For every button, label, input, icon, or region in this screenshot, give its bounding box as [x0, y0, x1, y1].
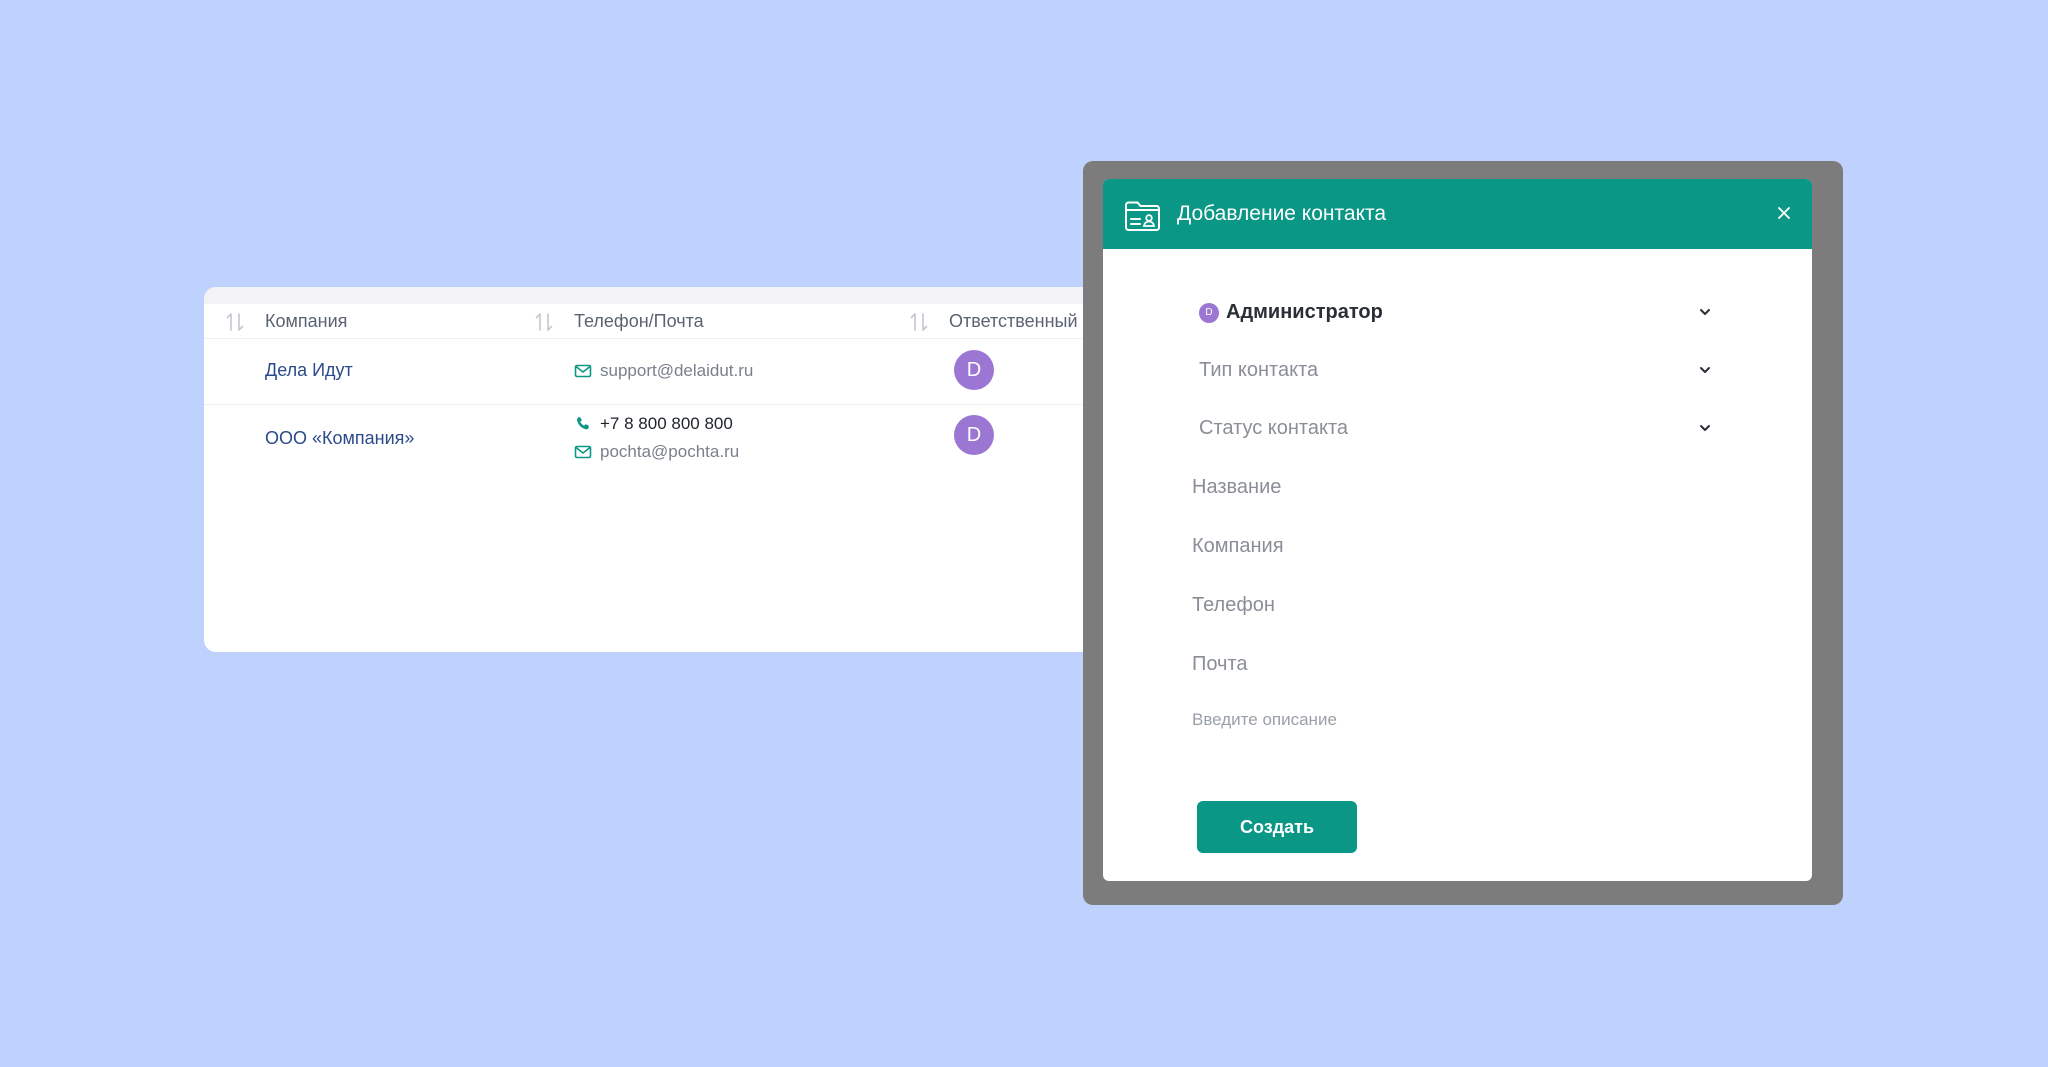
- table-top-strip: [204, 287, 1104, 304]
- avatar: D: [1199, 303, 1219, 323]
- contact-type-select[interactable]: Тип контакта: [1199, 350, 1712, 390]
- create-button[interactable]: Создать: [1197, 801, 1357, 853]
- company-link[interactable]: ООО «Компания»: [265, 428, 414, 449]
- contact-type-placeholder: Тип контакта: [1199, 359, 1319, 381]
- sort-icon[interactable]: [224, 311, 246, 333]
- contact-status-placeholder: Статус контакта: [1199, 417, 1349, 439]
- phone-line: +7 8 800 800 800: [574, 414, 733, 434]
- responsible-select[interactable]: D Администратор: [1199, 292, 1712, 332]
- dialog-header: Добавление контакта: [1103, 179, 1812, 249]
- description-textarea[interactable]: [1192, 708, 1722, 748]
- column-header-company[interactable]: Компания: [265, 304, 347, 338]
- avatar[interactable]: D: [954, 350, 994, 390]
- phone-icon: [577, 417, 589, 430]
- chevron-down-icon: [1700, 367, 1710, 373]
- email-link[interactable]: support@delaidut.ru: [600, 361, 753, 381]
- email-input[interactable]: [1192, 644, 1722, 684]
- email-link[interactable]: pochta@pochta.ru: [600, 442, 739, 462]
- column-header-contact[interactable]: Телефон/Почта: [574, 304, 704, 338]
- phone-link[interactable]: +7 8 800 800 800: [600, 414, 733, 434]
- avatar[interactable]: D: [954, 415, 994, 455]
- table-row[interactable]: ООО «Компания» +7 8 800 800 800 pochta@p…: [204, 404, 1104, 481]
- modal-backdrop[interactable]: Добавление контакта D Администратор Тип …: [1083, 161, 1843, 905]
- sort-icon[interactable]: [533, 311, 555, 333]
- dialog-title: Добавление контакта: [1177, 202, 1387, 225]
- close-icon[interactable]: [1772, 201, 1796, 225]
- company-input[interactable]: [1192, 526, 1722, 566]
- chevron-down-icon: [1700, 425, 1710, 431]
- table-header: Компания Телефон/Почта Ответственный: [204, 304, 1104, 339]
- company-link[interactable]: Дела Идут: [265, 360, 353, 381]
- mail-icon: [574, 445, 592, 459]
- email-line: support@delaidut.ru: [574, 361, 753, 381]
- name-input[interactable]: [1192, 467, 1722, 507]
- mail-icon: [574, 364, 592, 378]
- add-contact-dialog: Добавление контакта D Администратор Тип …: [1103, 179, 1812, 881]
- chevron-down-icon: [1700, 309, 1710, 315]
- column-header-responsible[interactable]: Ответственный: [949, 304, 1078, 338]
- table-row[interactable]: Дела Идут support@delaidut.ru D: [204, 339, 1104, 405]
- phone-input[interactable]: [1192, 585, 1722, 625]
- email-line: pochta@pochta.ru: [574, 442, 739, 462]
- sort-icon[interactable]: [908, 311, 930, 333]
- contacts-table: Компания Телефон/Почта Ответственный Дел…: [204, 287, 1104, 652]
- contact-folder-icon: [1125, 201, 1160, 231]
- contact-status-select[interactable]: Статус контакта: [1199, 408, 1712, 448]
- responsible-value: Администратор: [1226, 301, 1383, 323]
